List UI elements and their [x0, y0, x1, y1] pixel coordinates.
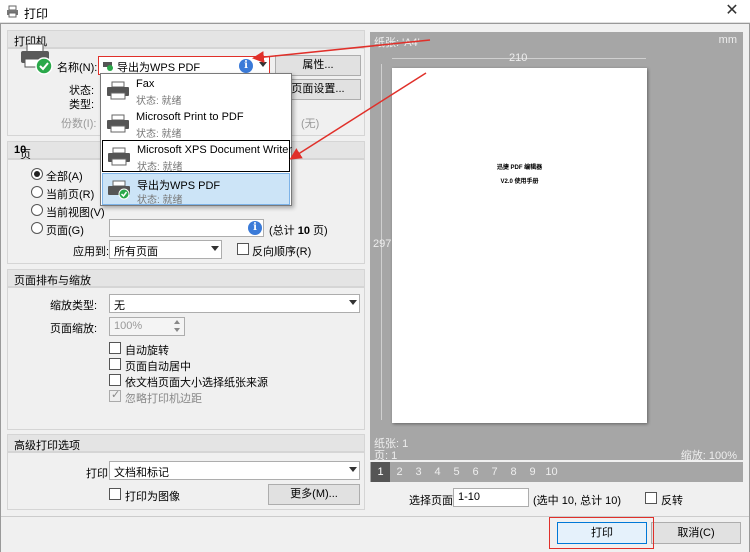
preview-info: 纸张: 1 页: 1 缩放: 100% — [370, 438, 743, 462]
scale-type-select[interactable]: 无 — [109, 294, 360, 313]
printer-icon — [107, 81, 129, 100]
title-bar: 打印 ✕ — [0, 0, 750, 23]
paper-size-label: 纸张: 'A4' — [374, 37, 420, 49]
advanced-section-title: 高级打印选项 — [14, 440, 80, 452]
cancel-button[interactable]: 取消(C) — [651, 522, 741, 544]
printer-name-label: 名称(N): — [57, 62, 98, 74]
range-total: (总计 10 页) — [269, 225, 328, 237]
print-as-image-checkbox[interactable] — [109, 488, 121, 500]
dropdown-item-xps-writer[interactable]: Microsoft XPS Document Writer 状态: 就绪 — [102, 140, 292, 173]
page-tab-8[interactable]: 8 — [504, 462, 523, 482]
range-pages-input[interactable] — [109, 219, 264, 237]
layout-section-header: 页面排布与缩放 — [7, 269, 365, 287]
range-all-label: 全部(A) — [46, 171, 83, 183]
page-tab-2[interactable]: 2 — [390, 462, 409, 482]
paper-source-checkbox[interactable] — [109, 374, 121, 386]
page-title-text: 迅捷 PDF 编辑器 — [496, 165, 543, 171]
dropdown-item-fax[interactable]: Fax 状态: 就绪 — [102, 75, 290, 107]
printer-icon — [21, 43, 53, 75]
info-icon[interactable]: i — [239, 59, 253, 73]
wps-printer-icon — [103, 62, 113, 71]
range-current-view-label: 当前视图(V) — [46, 207, 105, 219]
print-app-icon — [7, 5, 18, 18]
advanced-section-header: 高级打印选项 — [7, 434, 365, 452]
page-tab-1[interactable]: 1 — [371, 462, 390, 482]
auto-center-checkbox[interactable] — [109, 358, 121, 370]
print-button-highlight — [549, 517, 654, 549]
print-what-select[interactable]: 文档和标记 — [109, 461, 360, 480]
layout-section-title: 页面排布与缩放 — [14, 275, 91, 287]
range-all-radio[interactable] — [31, 168, 43, 180]
printer-icon — [107, 114, 129, 133]
collate-hint: (无) — [301, 118, 320, 130]
auto-center-label: 页面自动居中 — [125, 361, 191, 373]
page-tab-5[interactable]: 5 — [447, 462, 466, 482]
page-navigator: 1 2 3 4 5 6 7 8 9 10 — [370, 462, 743, 482]
print-dialog: 打印机 名称(N): 导出为WPS PDF i 属性... 状态: 类型: 页面… — [0, 23, 750, 552]
page-tab-10[interactable]: 10 — [542, 462, 561, 482]
page-subtitle-text: V2.0 使用手册 — [500, 179, 539, 185]
preview-page: 迅捷 PDF 编辑器 V2.0 使用手册 — [392, 68, 647, 423]
pages-info-icon[interactable]: i — [248, 221, 262, 235]
range-current-view-radio[interactable] — [31, 204, 43, 216]
select-pages-info: (选中 10, 总计 10) — [533, 495, 622, 507]
dropdown-item-wps-pdf[interactable]: 导出为WPS PDF 状态: 就绪 — [102, 173, 290, 206]
range-current-page-label: 当前页(R) — [46, 189, 95, 201]
page-tab-9[interactable]: 9 — [523, 462, 542, 482]
auto-rotate-checkbox[interactable] — [109, 342, 121, 354]
close-button[interactable]: ✕ — [718, 1, 746, 22]
page-tab-3[interactable]: 3 — [409, 462, 428, 482]
range-pages-label: 页面(G) — [46, 225, 84, 237]
window-title: 打印 — [24, 7, 49, 21]
ignore-margins-checkbox[interactable] — [109, 388, 121, 402]
reverse-order-checkbox[interactable] — [237, 243, 249, 255]
zoom-level: 缩放: 100% — [680, 450, 737, 462]
wps-printer-check-icon — [108, 180, 130, 200]
page-count: 页: 1 — [374, 450, 398, 462]
page-tab-4[interactable]: 4 — [428, 462, 447, 482]
range-pages-radio[interactable] — [31, 222, 43, 234]
copies-label: 份数(I): — [61, 118, 97, 130]
more-button[interactable]: 更多(M)... — [268, 484, 360, 505]
page-tab-7[interactable]: 7 — [485, 462, 504, 482]
reverse-order-label: 反向顺序(R) — [252, 246, 312, 258]
page-scale-spinner[interactable] — [173, 318, 183, 335]
select-pages-input[interactable]: 1-10 — [453, 488, 529, 507]
apply-to-select[interactable]: 所有页面 — [109, 240, 222, 259]
printer-section-header: 打印机 — [7, 30, 365, 48]
reverse-checkbox[interactable] — [645, 492, 657, 504]
paper-source-label: 依文档页面大小选择纸张来源 — [125, 377, 268, 389]
page-height-dim: 297 — [373, 238, 392, 250]
apply-to-label: 应用到: — [73, 246, 110, 258]
select-pages-label: 选择页面: — [409, 495, 457, 507]
printer-dropdown-list: Fax 状态: 就绪 Microsoft Print to PDF 状态: 就绪… — [100, 73, 292, 206]
printer-icon — [108, 147, 130, 166]
print-as-image-label: 打印为图像 — [125, 491, 180, 503]
unit-label: mm — [718, 34, 737, 46]
type-label: 类型: — [69, 99, 95, 111]
copies-spin[interactable] — [291, 112, 299, 129]
scale-type-label: 缩放类型: — [50, 300, 98, 312]
ignore-margins-label: 忽略打印机边距 — [125, 393, 202, 405]
auto-rotate-label: 自动旋转 — [125, 345, 169, 357]
dropdown-item-print-to-pdf[interactable]: Microsoft Print to PDF 状态: 就绪 — [102, 108, 290, 140]
page-scale-label: 页面缩放: — [50, 323, 98, 335]
range-current-page-radio[interactable] — [31, 186, 43, 198]
print-preview: 纸张: 'A4' mm 210 297 迅捷 PDF 编辑器 V2.0 使用手册 — [370, 32, 743, 438]
page-tab-6[interactable]: 6 — [466, 462, 485, 482]
page-width-dim: 210 — [509, 52, 528, 64]
reverse-label: 反转 — [661, 495, 683, 507]
print-what-label: 打印 — [86, 468, 108, 480]
